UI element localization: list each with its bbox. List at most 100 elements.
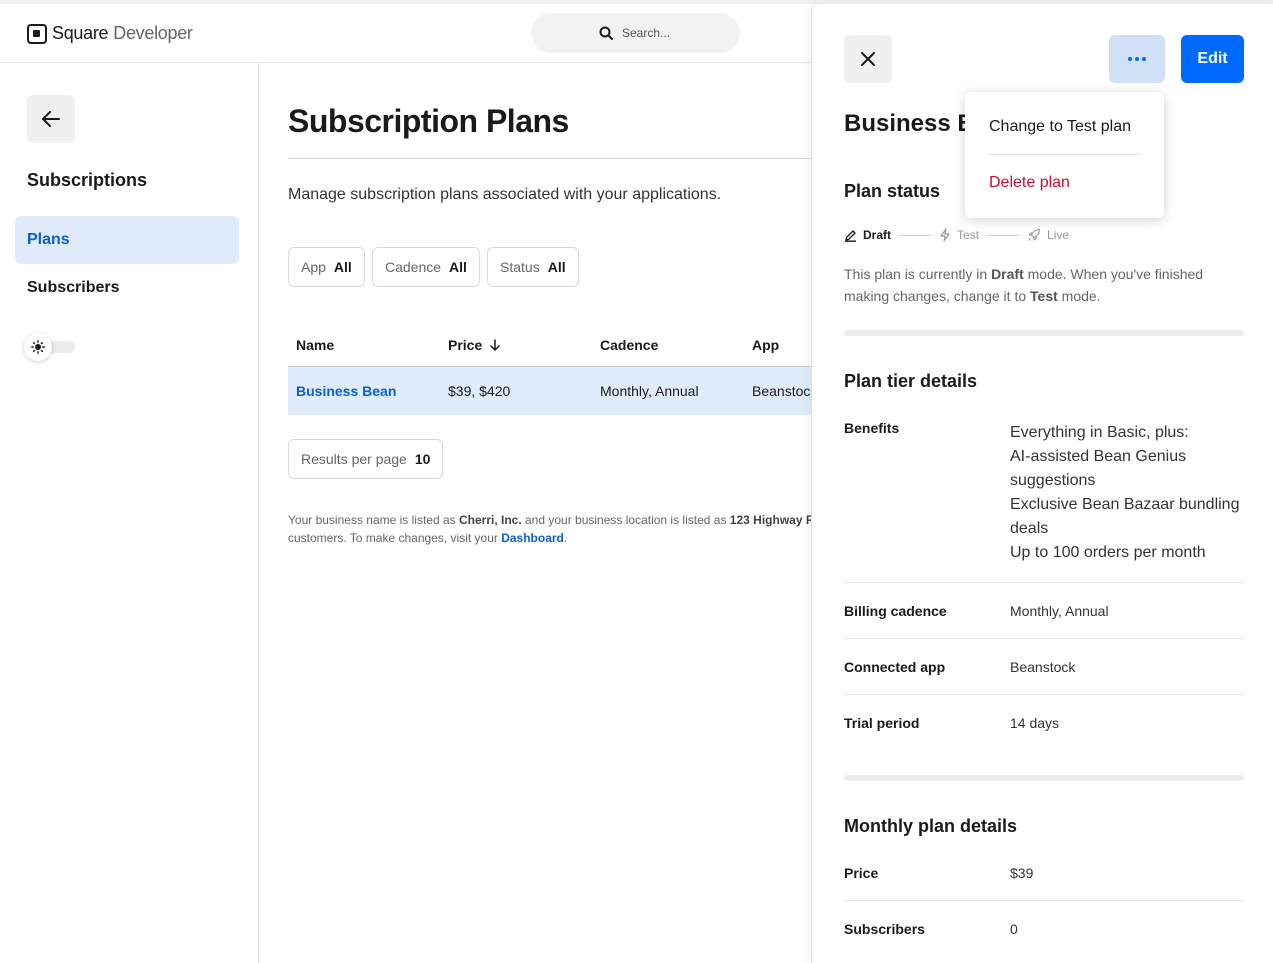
detail-label: Subscribers (844, 921, 925, 937)
logo-suffix: Developer (113, 23, 193, 43)
page-description: Manage subscription plans associated wit… (288, 186, 722, 203)
more-options-button[interactable] (1109, 35, 1165, 83)
plan-app: Beanstock (752, 383, 811, 399)
sidebar-item-label: Subscribers (27, 279, 120, 296)
filter-value: All (449, 259, 467, 275)
logo-brand: Square (52, 23, 109, 43)
sun-icon (24, 333, 52, 361)
search-icon (599, 26, 613, 40)
detail-row-billing-cadence: Billing cadence Monthly, Annual (844, 583, 1244, 639)
menu-item-delete-plan[interactable]: Delete plan (989, 174, 1070, 192)
step-test: Test (939, 228, 979, 242)
current-mode: Draft (991, 266, 1024, 282)
pencil-icon (845, 229, 856, 242)
column-header-price[interactable]: Price (448, 323, 500, 367)
close-button[interactable] (844, 35, 892, 83)
business-info-note: Your business name is listed as Cherri, … (288, 511, 811, 547)
detail-row-price: Price $39 (844, 845, 1244, 901)
target-mode: Test (1030, 288, 1058, 304)
detail-value: $39 (1010, 865, 1034, 881)
business-name: Cherri, Inc. (458, 513, 522, 527)
filter-app[interactable]: App All (288, 247, 365, 287)
step-draft: Draft (844, 228, 891, 242)
more-options-menu: Change to Test plan Delete plan (965, 92, 1164, 218)
main-content: Subscription Plans Manage subscription p… (260, 63, 811, 963)
arrow-left-icon (42, 111, 60, 127)
detail-row-benefits: Benefits Everything in Basic, plus: AI-a… (844, 408, 1244, 583)
edit-button[interactable]: Edit (1181, 35, 1244, 83)
results-per-page-label: Results per page (301, 451, 407, 467)
step-label: Draft (863, 228, 892, 242)
results-per-page-select[interactable]: Results per page 10 (288, 439, 444, 479)
step-live: Live (1027, 228, 1069, 242)
close-icon (861, 52, 875, 66)
menu-item-change-to-test[interactable]: Change to Test plan (989, 118, 1131, 136)
column-header-app[interactable]: App (752, 323, 779, 367)
step-connector (899, 234, 932, 236)
detail-label: Billing cadence (844, 603, 947, 619)
detail-label: Connected app (844, 659, 946, 675)
lightning-icon (940, 228, 950, 242)
benefit-item: AI-assisted Bean Genius suggestions (1010, 448, 1187, 489)
benefit-item: Up to 100 orders per month (1010, 544, 1206, 561)
section-divider (844, 330, 1244, 336)
arrow-down-icon (490, 339, 500, 351)
detail-value: 0 (1010, 921, 1018, 937)
page-title: Subscription Plans (288, 103, 569, 139)
table-header: Name Price Cadence App (288, 323, 811, 367)
sidebar-item-label: Plans (27, 231, 70, 248)
plan-status-heading: Plan status (844, 181, 941, 201)
column-header-cadence[interactable]: Cadence (600, 323, 658, 367)
detail-label: Price (844, 865, 879, 881)
filter-value: All (333, 259, 352, 275)
square-logo-icon (27, 23, 47, 44)
column-header-name[interactable]: Name (296, 323, 334, 367)
search-input[interactable]: Search... (531, 13, 740, 53)
step-label: Test (957, 228, 980, 242)
detail-row-subscribers: Subscribers 0 (844, 901, 1244, 957)
note-text: . (563, 531, 568, 545)
benefit-item: Exclusive Bean Bazaar bundling deals (1010, 496, 1240, 537)
dashboard-link[interactable]: Dashboard (501, 531, 564, 545)
filter-label: Status (500, 259, 540, 275)
monthly-plan-heading: Monthly plan details (844, 816, 1018, 836)
back-button[interactable] (27, 95, 75, 143)
theme-toggle[interactable] (24, 333, 75, 361)
square-developer-logo[interactable]: Square Developer (27, 23, 193, 44)
menu-separator (989, 154, 1140, 155)
step-label: Live (1047, 228, 1070, 242)
filter-value: All (547, 259, 566, 275)
filter-cadence[interactable]: Cadence All (372, 247, 480, 287)
search-placeholder: Search... (622, 26, 671, 40)
note-text: and your business location is listed as (521, 513, 730, 527)
filter-label: Cadence (385, 259, 442, 275)
note-text: mode. (1057, 288, 1101, 304)
column-header-label: Price (448, 337, 483, 353)
rocket-icon (1028, 228, 1041, 241)
plan-cadence: Monthly, Annual (600, 383, 699, 399)
detail-label: Trial period (844, 715, 920, 731)
benefit-item: Everything in Basic, plus: (1010, 424, 1189, 441)
plan-tier-heading: Plan tier details (844, 371, 978, 391)
status-stepper: Draft Test Live (844, 228, 1069, 242)
detail-value: Monthly, Annual (1010, 603, 1109, 619)
business-location: 123 Highway R (729, 513, 811, 527)
note-text: Your business name is listed as (288, 513, 459, 527)
detail-row-connected-app: Connected app Beanstock (844, 639, 1244, 695)
status-note: This plan is currently in Draft mode. Wh… (844, 263, 1234, 307)
section-divider (844, 775, 1244, 781)
filter-status[interactable]: Status All (487, 247, 579, 287)
table-row[interactable]: Business Bean $39, $420 Monthly, Annual … (288, 367, 811, 415)
detail-value: 14 days (1010, 715, 1060, 731)
title-divider (288, 158, 811, 159)
sidebar-item-plans[interactable]: Plans (15, 216, 239, 264)
sidebar-title: Subscriptions (27, 170, 148, 190)
results-per-page-value: 10 (414, 451, 431, 467)
sidebar-item-subscribers[interactable]: Subscribers (15, 264, 239, 312)
filter-label: App (301, 259, 326, 275)
plan-name-link[interactable]: Business Bean (296, 367, 396, 415)
step-connector (987, 234, 1020, 236)
detail-label: Benefits (844, 420, 900, 436)
note-text: customers. To make changes, visit your (288, 531, 502, 545)
sidebar: Subscriptions Plans Subscribers (0, 63, 259, 963)
